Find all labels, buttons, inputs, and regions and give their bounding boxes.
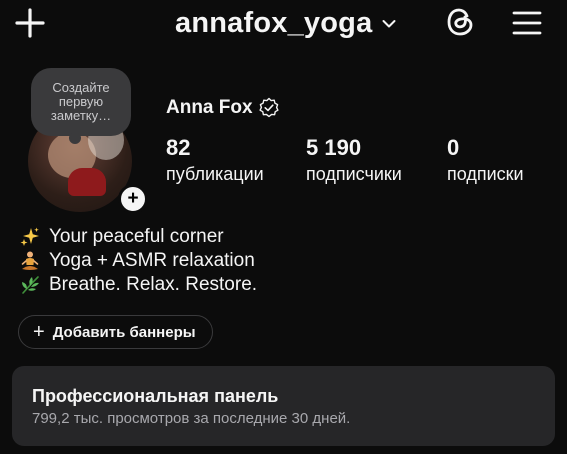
stat-following[interactable]: 0 подписки: [447, 135, 524, 185]
bio-text: Breathe. Relax. Restore.: [49, 274, 258, 295]
stat-label: подписчики: [306, 164, 402, 184]
username: annafox_yoga: [175, 7, 373, 39]
plus-icon: +: [33, 321, 45, 343]
display-name: Anna Fox: [166, 97, 253, 118]
chevron-down-icon: [382, 20, 396, 28]
stat-value: 82: [166, 135, 191, 160]
menu-icon[interactable]: [512, 10, 542, 36]
create-note-bubble[interactable]: Создайте первую заметку…: [31, 68, 131, 144]
stat-label: подписки: [447, 164, 524, 184]
bio-line: Yoga + ASMR relaxation: [19, 249, 257, 273]
herb-icon: [22, 276, 39, 294]
add-story-button[interactable]: +: [118, 184, 148, 214]
stat-posts[interactable]: 82 публикации: [166, 135, 264, 185]
add-banners-button[interactable]: + Добавить баннеры: [18, 315, 213, 349]
stat-value: 5 190: [306, 135, 362, 160]
note-prompt: Создайте первую заметку…: [50, 80, 112, 123]
threads-icon[interactable]: [445, 6, 475, 38]
stat-label: публикации: [166, 164, 264, 184]
professional-dashboard-views: 799,2 тыс. просмотров за последние 30 дн…: [32, 410, 351, 427]
yoga-person-icon: [21, 251, 39, 270]
stat-followers[interactable]: 5 190 подписчики: [306, 135, 402, 185]
verified-badge-icon: [258, 97, 279, 118]
top-bar: annafox_yoga: [0, 0, 567, 48]
bio-text: Yoga + ASMR relaxation: [49, 250, 255, 271]
stat-value: 0: [447, 135, 460, 160]
bio-line: Breathe. Relax. Restore.: [19, 273, 257, 297]
sparkles-icon: [20, 227, 39, 246]
bio-text: Your peaceful corner: [49, 226, 224, 247]
professional-dashboard-title: Профессиональная панель: [32, 386, 279, 406]
bio-line: Your peaceful corner: [19, 225, 257, 249]
professional-dashboard[interactable]: Профессиональная панель 799,2 тыс. просм…: [12, 366, 555, 446]
bio: Your peaceful corner Yoga + ASMR relaxat…: [19, 225, 257, 297]
name-row: Anna Fox: [166, 97, 280, 119]
account-switcher[interactable]: annafox_yoga: [175, 6, 396, 40]
plus-icon[interactable]: [14, 7, 46, 39]
add-banners-label: Добавить баннеры: [52, 323, 196, 341]
